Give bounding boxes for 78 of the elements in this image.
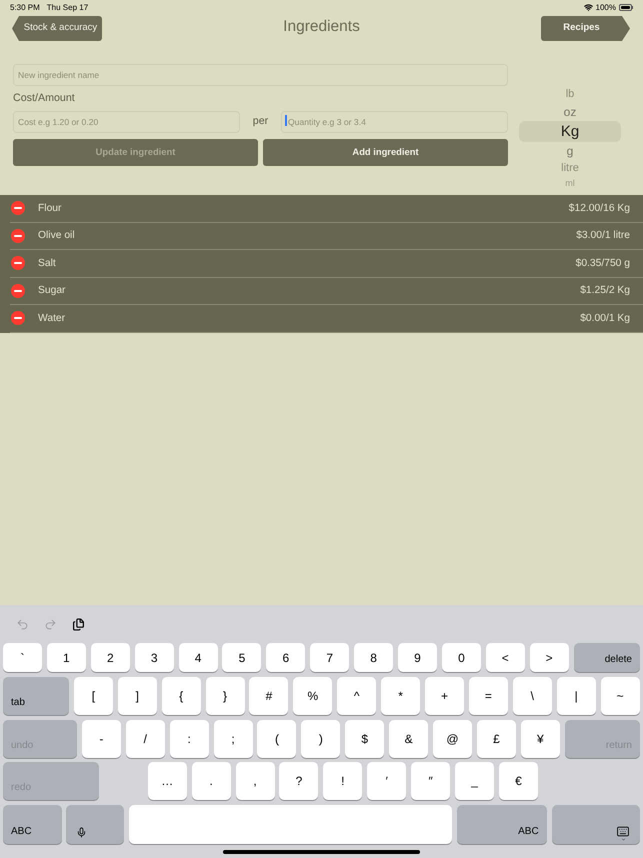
microphone-icon bbox=[76, 826, 88, 838]
keyboard-key[interactable]: ] bbox=[118, 676, 157, 715]
ingredient-cost: $0.35/750 g bbox=[576, 256, 630, 271]
keyboard-key[interactable]: ^ bbox=[337, 676, 376, 715]
keyboard-key[interactable]: | bbox=[556, 676, 596, 715]
keyboard-key[interactable]: 8 bbox=[354, 643, 394, 672]
ingredient-name: Flour bbox=[38, 202, 62, 216]
keyboard-key[interactable]: @ bbox=[433, 720, 472, 758]
keyboard-key[interactable]: tab bbox=[3, 676, 69, 715]
keyboard-key[interactable]: ) bbox=[301, 720, 340, 758]
keyboard-key[interactable]: 1 bbox=[46, 643, 86, 672]
ingredient-cost: $0.00/1 Kg bbox=[580, 312, 630, 326]
keyboard-key[interactable]: : bbox=[170, 720, 209, 758]
cost-amount-label: Cost/Amount bbox=[13, 91, 75, 106]
keyboard-key[interactable]: 0 bbox=[442, 643, 481, 672]
keyboard-key[interactable]: & bbox=[389, 720, 428, 758]
unit-picker-option[interactable]: Kg bbox=[519, 121, 621, 142]
keyboard-key[interactable]: € bbox=[498, 762, 538, 800]
ingredient-cost: $3.00/1 litre bbox=[576, 229, 630, 244]
ingredient-cost: $12.00/16 Kg bbox=[568, 202, 630, 216]
keyboard-key[interactable]: 6 bbox=[266, 643, 306, 672]
cost-field[interactable]: Cost e.g 1.20 or 0.20 bbox=[13, 111, 240, 133]
keyboard-key[interactable]: ! bbox=[323, 762, 362, 800]
keyboard-key[interactable]: . bbox=[192, 762, 231, 800]
keyboard-key[interactable]: # bbox=[249, 676, 288, 715]
keyboard-key[interactable]: 4 bbox=[178, 643, 218, 672]
page-title: Ingredients bbox=[283, 17, 360, 38]
keyboard-key[interactable]: 5 bbox=[222, 643, 262, 672]
keyboard-key[interactable]: \ bbox=[512, 676, 552, 715]
keyboard-key[interactable]: } bbox=[206, 676, 245, 715]
keyboard-key[interactable]: delete bbox=[574, 643, 640, 672]
back-button[interactable]: Stock & accuracy bbox=[12, 16, 102, 41]
keyboard-key[interactable]: £ bbox=[476, 720, 516, 758]
status-time: 5:30 PM bbox=[10, 2, 40, 14]
keyboard-key[interactable]: > bbox=[530, 643, 569, 672]
keyboard-key[interactable]: ` bbox=[3, 643, 42, 672]
keyboard-key[interactable]: ′ bbox=[367, 762, 406, 800]
keyboard-key[interactable]: 9 bbox=[398, 643, 438, 672]
keyboard-key[interactable]: - bbox=[82, 720, 121, 758]
keyboard-key[interactable]: 2 bbox=[90, 643, 130, 672]
ingredient-name: Water bbox=[38, 312, 66, 326]
keyboard-key[interactable]: [ bbox=[74, 676, 113, 715]
documents-icon[interactable] bbox=[72, 618, 85, 630]
keyboard-key[interactable]: 3 bbox=[134, 643, 174, 672]
keyboard-key[interactable]: ABC bbox=[457, 805, 547, 844]
ingredient-name: Salt bbox=[38, 256, 56, 271]
keyboard-key[interactable]: ″ bbox=[411, 762, 450, 800]
keyboard-key[interactable]: + bbox=[425, 676, 464, 715]
keyboard-key[interactable]: / bbox=[126, 720, 165, 758]
ingredient-name-field[interactable]: New ingredient name bbox=[13, 64, 508, 86]
battery-percentage: 100% bbox=[596, 2, 616, 14]
keyboard-key[interactable]: * bbox=[381, 676, 420, 715]
quantity-field[interactable]: Quantity e.g 3 or 3.4 bbox=[281, 111, 508, 133]
keyboard-key[interactable]: $ bbox=[345, 720, 384, 758]
keyboard-key[interactable]: < bbox=[486, 643, 525, 672]
keyboard-key[interactable]: 7 bbox=[310, 643, 350, 672]
keyboard-key[interactable]: … bbox=[148, 762, 187, 800]
keyboard-key[interactable]: % bbox=[293, 676, 332, 715]
per-label: per bbox=[252, 114, 268, 129]
keyboard-key[interactable]: _ bbox=[455, 762, 494, 800]
ingredient-name: Sugar bbox=[38, 284, 66, 298]
keyboard-key[interactable]: ABC bbox=[3, 805, 62, 844]
keyboard-key[interactable]: ( bbox=[257, 720, 296, 758]
keyboard-key[interactable]: ¥ bbox=[520, 720, 560, 758]
keyboard-key[interactable]: ~ bbox=[600, 676, 640, 715]
keyboard-key[interactable]: ? bbox=[279, 762, 318, 800]
keyboard-key[interactable]: = bbox=[468, 676, 508, 715]
status-date: Thu Sep 17 bbox=[46, 2, 88, 14]
ingredient-name: Olive oil bbox=[38, 229, 75, 244]
form-button[interactable]: Add ingredient bbox=[263, 139, 508, 166]
wifi-icon bbox=[584, 3, 593, 12]
keyboard-key[interactable]: , bbox=[236, 762, 275, 800]
keyboard-key[interactable]: ; bbox=[214, 720, 253, 758]
keyboard-key[interactable]: { bbox=[162, 676, 201, 715]
battery-icon bbox=[619, 4, 633, 11]
ingredient-cost: $1.25/2 Kg bbox=[580, 284, 630, 298]
recipes-button[interactable]: Recipes bbox=[541, 16, 630, 41]
keyboard-icon bbox=[614, 824, 632, 842]
